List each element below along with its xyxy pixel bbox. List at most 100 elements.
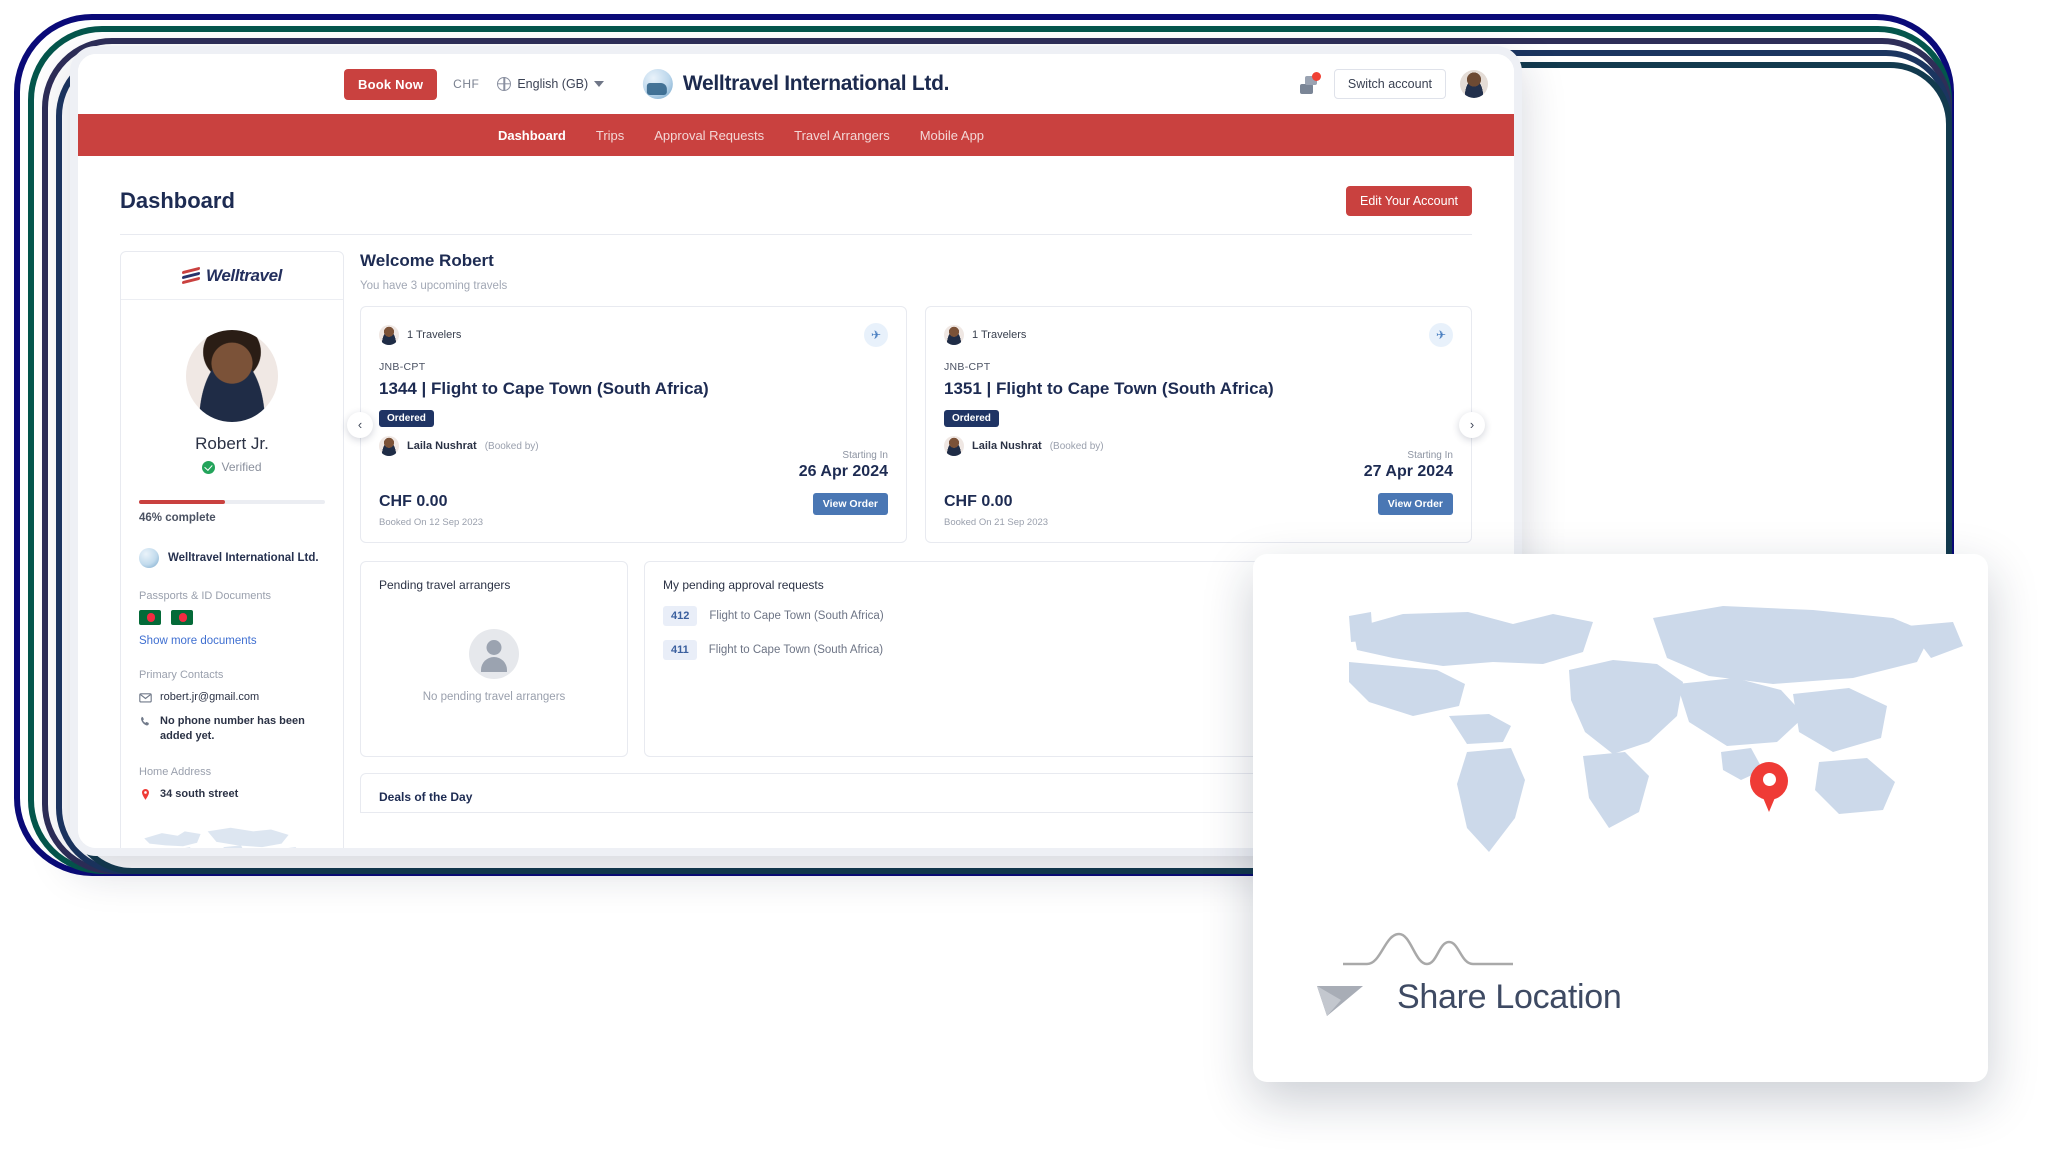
welcome-heading: Welcome Robert (360, 251, 494, 270)
booker-suffix: (Booked by) (484, 440, 539, 452)
booker-avatar (379, 436, 399, 457)
nav-item-approval-requests[interactable]: Approval Requests (654, 128, 764, 143)
trip-price: CHF 0.00 (379, 493, 448, 511)
phone-row: No phone number has been added yet. (139, 714, 325, 744)
verified-label: Verified (221, 460, 262, 474)
edit-account-button[interactable]: Edit Your Account (1346, 186, 1472, 216)
globe-icon (497, 77, 512, 91)
profile-progress-bar (139, 500, 225, 504)
status-badge: Ordered (944, 410, 999, 428)
profile-sidebar: Welltravel Robert Jr. Verified 46% compl… (120, 251, 344, 848)
profile-progress-track (139, 500, 325, 504)
organization-name: Welltravel International Ltd. (168, 552, 319, 564)
trip-route: JNB-CPT (944, 361, 991, 373)
home-address-row: 34 south street (139, 787, 325, 802)
book-now-button[interactable]: Book Now (344, 68, 438, 100)
documents-section-label: Passports & ID Documents (139, 590, 272, 602)
view-order-button[interactable]: View Order (812, 493, 888, 516)
bangladesh-flag-icon[interactable] (171, 610, 193, 625)
language-label: English (GB) (517, 77, 589, 91)
trip-booked-on: Booked On 12 Sep 2023 (379, 517, 484, 529)
travelers-count: 1 Travelers (407, 329, 462, 341)
traveler-avatar (944, 325, 964, 345)
carousel-prev-button[interactable]: ‹ (347, 411, 373, 438)
send-icon (1317, 986, 1363, 1016)
phone-icon (141, 716, 149, 726)
upcoming-travels-subtitle: You have 3 upcoming travels (360, 280, 508, 292)
brand-name: Welltravel International Ltd. (682, 72, 950, 95)
travelers-count: 1 Travelers (972, 329, 1027, 341)
pending-arrangers-empty-text: No pending travel arrangers (422, 691, 566, 704)
profile-avatar (186, 330, 278, 422)
request-id: 411 (663, 640, 697, 661)
booker-name: Laila Nushrat (972, 440, 1042, 453)
view-order-button[interactable]: View Order (1377, 493, 1453, 516)
trip-price: CHF 0.00 (944, 493, 1013, 511)
sidebar-logo: Welltravel (121, 252, 343, 300)
squiggle-decoration (1343, 932, 1513, 966)
welltravel-logo-icon (181, 266, 200, 285)
home-address-value: 34 south street (160, 787, 239, 800)
trip-start-block: Starting In 27 Apr 2024 (944, 450, 1453, 481)
email-row: robert.jr@gmail.com (139, 690, 325, 705)
starting-in-date: 27 Apr 2024 (1363, 463, 1453, 481)
starting-in-date: 26 Apr 2024 (798, 463, 888, 481)
top-utility-bar: Book Now CHF English (GB) Welltravel Int… (78, 54, 1514, 114)
main-navigation: Dashboard Trips Approval Requests Travel… (78, 114, 1514, 156)
map-pin-icon (142, 788, 149, 800)
notification-dot (1311, 72, 1321, 81)
avatar[interactable] (1460, 70, 1488, 98)
organization-logo-icon (139, 548, 159, 568)
share-location-card[interactable]: Share Location (1253, 554, 1988, 1082)
nav-item-mobile-app[interactable]: Mobile App (920, 128, 984, 143)
home-address-label: Home Address (139, 765, 212, 778)
primary-contacts-label: Primary Contacts (139, 669, 224, 681)
trip-card[interactable]: 1 Travelers ✈ JNB-CPT 1351 | Flight to C… (925, 306, 1472, 544)
page-header: Dashboard Edit Your Account (120, 174, 1472, 235)
email-value: robert.jr@gmail.com (160, 691, 260, 703)
trip-title: 1351 | Flight to Cape Town (South Africa… (944, 379, 1274, 398)
nav-item-dashboard[interactable]: Dashboard (498, 128, 566, 143)
pending-arrangers-panel: Pending travel arrangers No pending trav… (360, 561, 628, 758)
trips-carousel: ‹ › 1 Travelers ✈ JNB-CPT 1344 | Flight (347, 306, 1485, 544)
booker-name: Laila Nushrat (407, 440, 477, 453)
page-title: Dashboard (120, 188, 235, 213)
trip-travelers: 1 Travelers (379, 325, 461, 345)
request-id: 412 (663, 606, 698, 627)
chat-icon[interactable] (1298, 72, 1321, 94)
airplane-icon: ✈ (864, 323, 888, 347)
pending-arrangers-title: Pending travel arrangers (379, 578, 511, 593)
bangladesh-flag-icon[interactable] (139, 610, 161, 625)
trip-start-block: Starting In 26 Apr 2024 (379, 450, 888, 481)
sidebar-logo-text: Welltravel (205, 265, 282, 285)
profile-name: Robert Jr. (195, 434, 269, 453)
traveler-avatar (379, 325, 399, 345)
phone-note: No phone number has been added yet. (160, 714, 305, 742)
trip-title: 1344 | Flight to Cape Town (South Africa… (379, 379, 709, 398)
verified-badge: Verified (139, 460, 325, 474)
nav-item-trips[interactable]: Trips (596, 128, 624, 143)
booker-avatar (944, 436, 964, 457)
share-location-row[interactable]: Share Location (1313, 970, 1622, 1024)
envelope-icon (139, 693, 152, 703)
trip-route: JNB-CPT (379, 361, 426, 373)
carousel-next-button[interactable]: › (1459, 411, 1485, 438)
brand-logo-icon (642, 69, 673, 99)
documents-flags (139, 610, 325, 625)
brand: Welltravel International Ltd. (642, 69, 950, 99)
language-selector[interactable]: English (GB) (497, 77, 605, 91)
sidebar-world-map (144, 828, 296, 848)
switch-account-button[interactable]: Switch account (1333, 69, 1446, 99)
booker-suffix: (Booked by) (1049, 440, 1104, 452)
airplane-icon: ✈ (1429, 323, 1453, 347)
share-location-label: Share Location (1397, 977, 1622, 1016)
trip-card[interactable]: 1 Travelers ✈ JNB-CPT 1344 | Flight to C… (360, 306, 907, 544)
status-badge: Ordered (379, 410, 434, 428)
trip-booked-on: Booked On 21 Sep 2023 (944, 517, 1049, 529)
currency-label: CHF (453, 77, 480, 91)
top-bar-actions: Switch account (1298, 69, 1488, 99)
nav-item-travel-arrangers[interactable]: Travel Arrangers (794, 128, 890, 143)
show-more-documents-link[interactable]: Show more documents (139, 635, 325, 647)
chevron-down-icon (594, 81, 605, 87)
trip-travelers: 1 Travelers (944, 325, 1026, 345)
